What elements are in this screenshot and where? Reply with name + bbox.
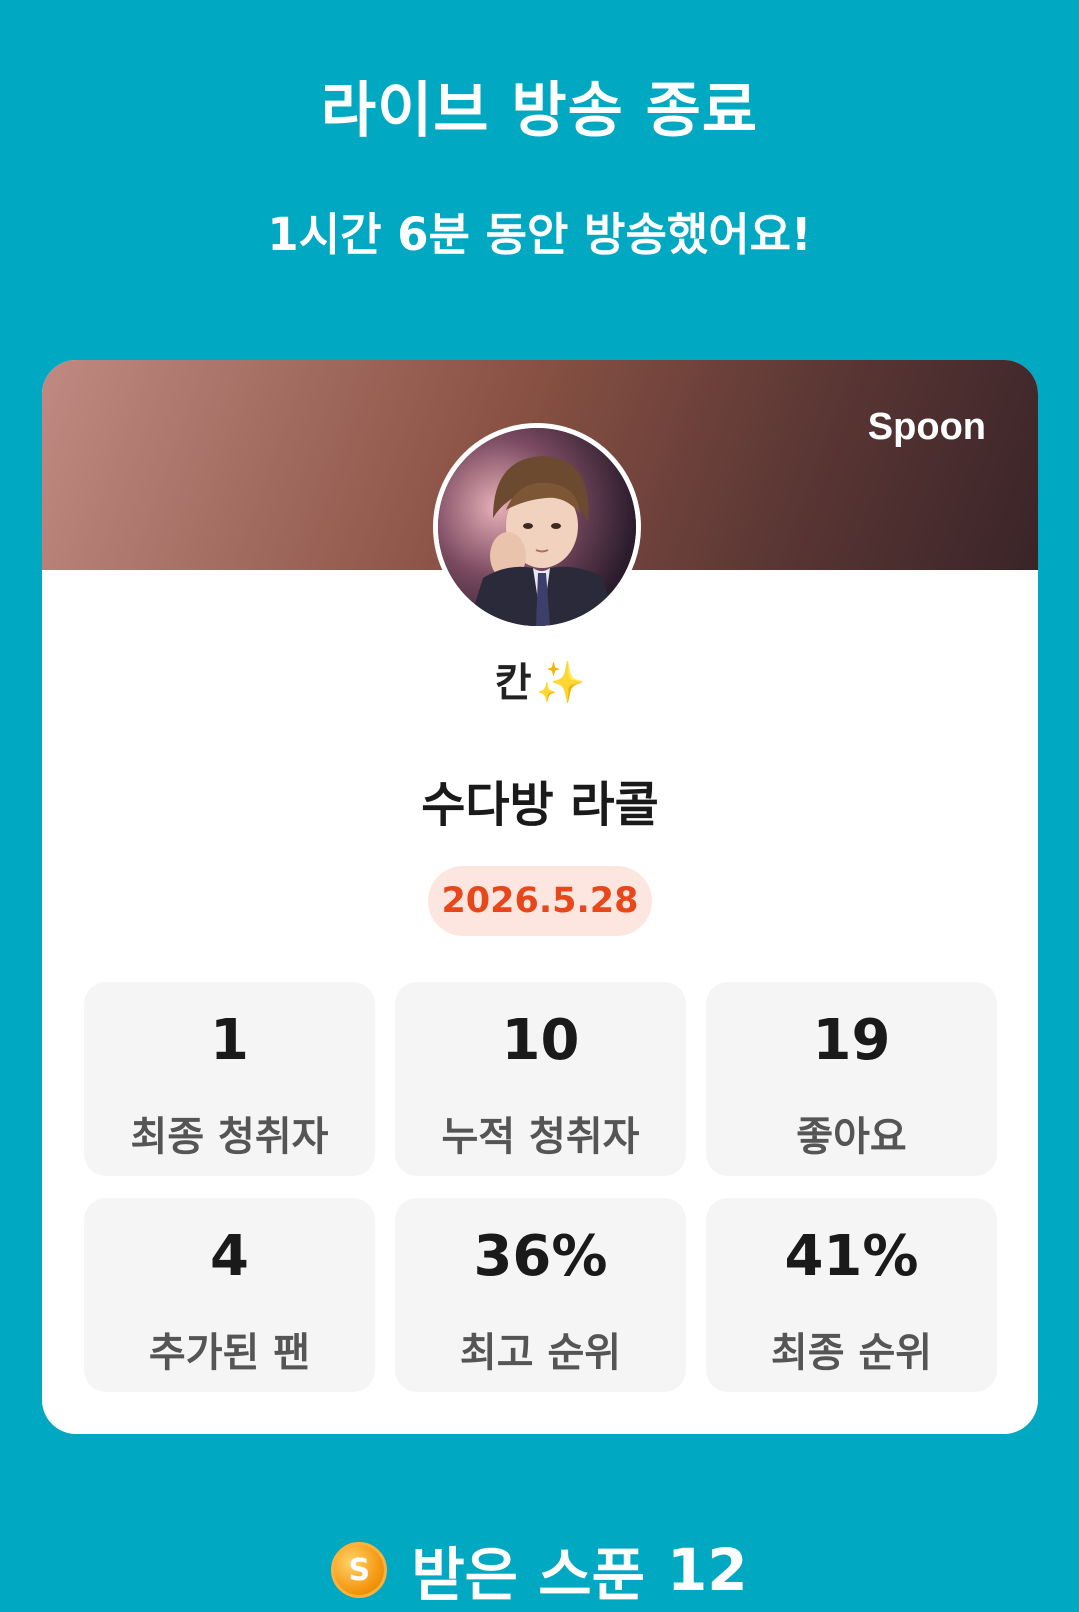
stat-label: 추가된 팬 xyxy=(148,1330,311,1376)
host-nickname: 칸 ✨ xyxy=(42,650,1038,708)
host-nickname-text: 칸 xyxy=(494,660,532,706)
broadcast-summary-card: Spoon 칸 ✨ 수다방 라콜 2026.5.28 1 최종 청취자 10 누… xyxy=(42,360,1038,1434)
avatar xyxy=(433,423,641,631)
stat-value: 41% xyxy=(784,1224,919,1289)
avatar-image xyxy=(438,428,636,626)
stat-label: 최종 순위 xyxy=(770,1330,933,1376)
stat-likes: 19 좋아요 xyxy=(706,982,997,1176)
received-spoons-label: 받은 스푼 xyxy=(411,1541,645,1609)
received-spoons: S 받은 스푼 12 xyxy=(0,1528,1079,1612)
stats-grid: 1 최종 청취자 10 누적 청취자 19 좋아요 4 추가된 팬 36% 최고… xyxy=(84,982,997,1392)
stat-total-listeners: 10 누적 청취자 xyxy=(395,982,686,1176)
stat-label: 최고 순위 xyxy=(459,1330,622,1376)
stat-final-rank: 41% 최종 순위 xyxy=(706,1198,997,1392)
stat-label: 누적 청취자 xyxy=(441,1114,640,1160)
stat-label: 좋아요 xyxy=(796,1114,907,1160)
date-badge: 2026.5.28 xyxy=(428,866,652,936)
spoon-coin-icon: S xyxy=(331,1542,388,1598)
stat-new-fans: 4 추가된 팬 xyxy=(84,1198,375,1392)
room-title: 수다방 라콜 xyxy=(421,777,659,833)
stat-value: 4 xyxy=(210,1224,249,1289)
brand-logo: Spoon xyxy=(867,406,986,448)
stat-label: 최종 청취자 xyxy=(130,1114,329,1160)
stat-value: 36% xyxy=(473,1224,608,1289)
broadcast-duration: 1시간 6분 동안 방송했어요! xyxy=(267,208,812,261)
page-title: 라이브 방송 종료 xyxy=(320,76,759,146)
stat-final-listeners: 1 최종 청취자 xyxy=(84,982,375,1176)
stat-best-rank: 36% 최고 순위 xyxy=(395,1198,686,1392)
stat-value: 19 xyxy=(812,1008,891,1073)
stat-value: 10 xyxy=(501,1008,580,1073)
sparkle-icon: ✨ xyxy=(535,660,586,706)
received-spoons-count: 12 xyxy=(666,1536,748,1604)
stat-value: 1 xyxy=(210,1008,249,1073)
